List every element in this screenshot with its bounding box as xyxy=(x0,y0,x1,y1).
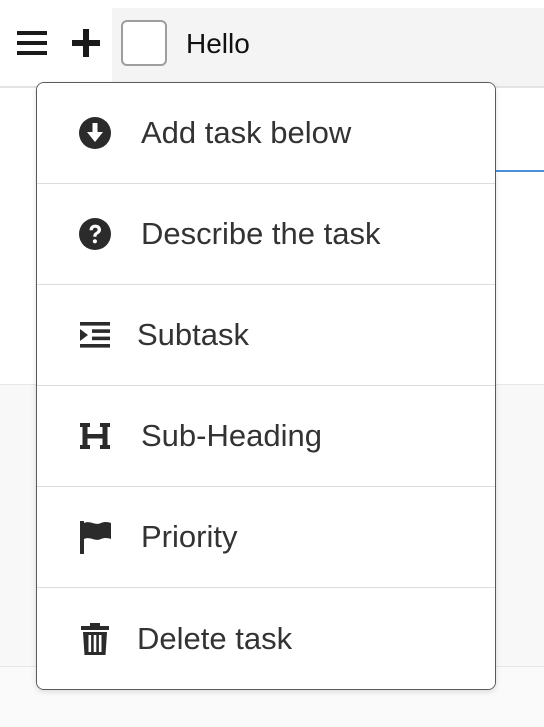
menu-item-label: Sub-Heading xyxy=(141,418,322,453)
task-context-menu: Add task below Describe the task Subtask xyxy=(36,82,496,690)
menu-item-sub-heading[interactable]: Sub-Heading xyxy=(37,386,495,487)
menu-item-describe-task[interactable]: Describe the task xyxy=(37,184,495,285)
active-input-underline xyxy=(494,170,544,172)
task-checkbox[interactable] xyxy=(121,20,167,66)
hamburger-icon xyxy=(17,31,47,55)
menu-item-add-task-below[interactable]: Add task below xyxy=(37,83,495,184)
question-circle-icon xyxy=(77,216,113,252)
task-row-background xyxy=(112,8,544,86)
trash-icon xyxy=(77,621,113,657)
menu-item-label: Subtask xyxy=(137,317,250,352)
task-title[interactable]: Hello xyxy=(186,28,250,60)
menu-item-delete-task[interactable]: Delete task xyxy=(37,588,495,689)
arrow-circle-down-icon xyxy=(77,115,113,151)
menu-item-subtask[interactable]: Subtask xyxy=(37,285,495,386)
menu-item-label: Priority xyxy=(141,519,238,554)
menu-item-label: Delete task xyxy=(137,620,293,656)
add-task-button[interactable] xyxy=(66,26,106,60)
heading-icon xyxy=(77,418,113,454)
indent-icon xyxy=(77,317,113,353)
plus-icon xyxy=(72,29,100,57)
top-bar: Hello xyxy=(0,0,544,88)
hamburger-menu-button[interactable] xyxy=(12,26,52,60)
menu-item-label: Describe the task xyxy=(141,216,381,251)
menu-item-priority[interactable]: Priority xyxy=(37,487,495,588)
flag-icon xyxy=(77,519,113,555)
menu-item-label: Add task below xyxy=(141,115,352,150)
